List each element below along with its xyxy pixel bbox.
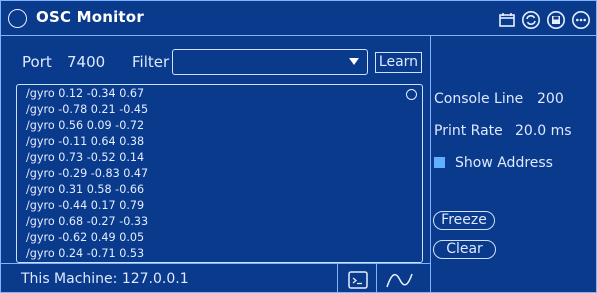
more-icon[interactable] [571, 10, 591, 30]
console-line-value[interactable]: 200 [537, 91, 564, 107]
filter-label: Filter [132, 53, 170, 71]
console-line: /gyro 0.73 -0.52 0.14 [26, 151, 145, 164]
console-log[interactable]: /gyro 0.12 -0.34 0.67 /gyro -0.78 0.21 -… [16, 84, 423, 263]
print-rate-value[interactable]: 20.0 ms [515, 123, 572, 139]
console-line: /gyro -0.78 0.21 -0.45 [26, 103, 149, 116]
title-bar: OSC Monitor [1, 1, 596, 36]
machine-address: This Machine: 127.0.0.1 [21, 271, 189, 287]
osc-monitor-window: OSC Monitor Port 7400 Filter Learn /gyro… [0, 0, 597, 293]
console-line: /gyro 0.56 0.09 -0.72 [26, 119, 145, 132]
port-value[interactable]: 7400 [67, 53, 105, 71]
freeze-button[interactable]: Freeze [433, 211, 495, 230]
port-label: Port [22, 53, 52, 71]
filter-dropdown[interactable] [172, 49, 368, 75]
panel-divider [430, 35, 431, 292]
chevron-down-icon [349, 58, 359, 65]
window-icon[interactable] [497, 10, 517, 30]
sync-icon[interactable] [521, 10, 541, 30]
clear-button[interactable]: Clear [433, 240, 496, 259]
console-line: /gyro 0.31 0.58 -0.66 [26, 183, 145, 196]
show-address-checkbox[interactable] [434, 157, 445, 168]
status-divider-vertical [376, 263, 377, 292]
print-rate-label: Print Rate [434, 123, 503, 139]
show-address-label: Show Address [455, 155, 553, 171]
console-line: /gyro 0.68 -0.27 -0.33 [26, 215, 149, 228]
console-line: /gyro -0.29 -0.83 0.47 [26, 167, 149, 180]
waveform-icon[interactable] [386, 269, 413, 291]
console-line: /gyro -0.62 0.49 0.05 [26, 231, 145, 244]
status-divider [1, 263, 431, 264]
device-toggle-icon[interactable] [8, 9, 27, 28]
console-line: /gyro 0.24 -0.71 0.53 [26, 247, 145, 260]
console-line-label: Console Line [434, 91, 524, 107]
autoscroll-icon[interactable] [406, 89, 417, 100]
terminal-icon[interactable] [348, 271, 368, 289]
window-title: OSC Monitor [36, 8, 144, 26]
save-icon[interactable] [546, 10, 566, 30]
console-line: /gyro -0.11 0.64 0.38 [26, 135, 145, 148]
console-line: /gyro -0.44 0.17 0.79 [26, 199, 145, 212]
console-line: /gyro 0.12 -0.34 0.67 [26, 87, 145, 100]
status-divider-vertical [337, 263, 338, 292]
learn-button[interactable]: Learn [375, 52, 422, 73]
